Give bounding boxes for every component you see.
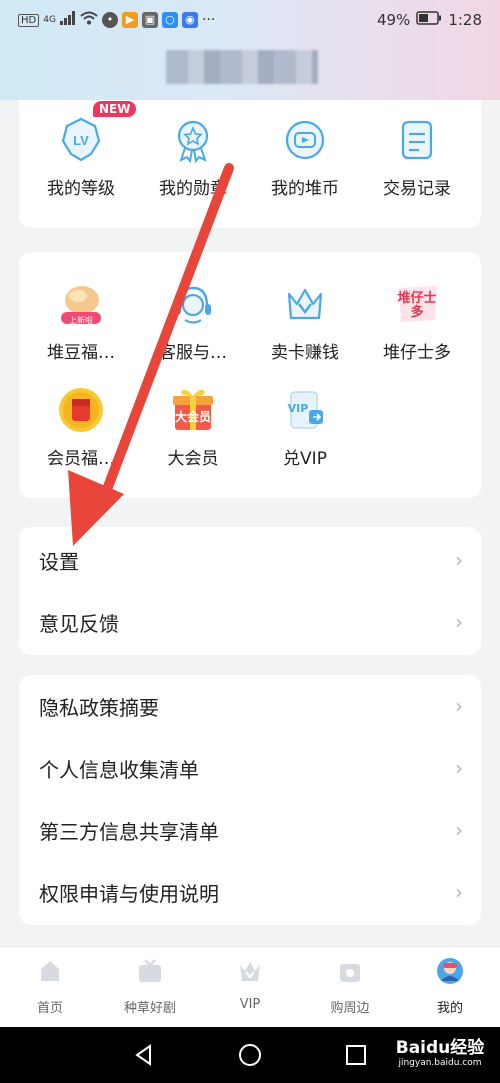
chevron-right-icon: › [455, 756, 463, 780]
list-item-label: 隐私政策摘要 [39, 695, 159, 720]
video-app-icon: ▶ [121, 12, 138, 28]
chevron-right-icon: › [455, 818, 463, 842]
grid-item-customer-service[interactable]: 客服与… [137, 278, 249, 363]
tv-icon [139, 959, 161, 982]
list-item-label: 设置 [39, 549, 79, 574]
svg-text:LV: LV [73, 133, 89, 148]
watermark-title: Baidu经验 [395, 1038, 485, 1058]
profile-stats-card: LV 我的等级 我的勋章 我的堆币 交易记录 [19, 100, 481, 228]
home-icon [41, 961, 59, 981]
document-icon [401, 120, 433, 160]
status-bar: HD 4G • ▶ ▣ ○ ◉ ··· 49% 1:28 [0, 0, 500, 40]
grid-item-label: 大会员 [167, 449, 219, 469]
list-item-third-party-sharing[interactable]: 第三方信息共享清单 › [19, 799, 481, 861]
assistant-app-icon: ◉ [181, 12, 198, 28]
medal-icon [177, 120, 209, 164]
nav-label: 首页 [36, 1001, 63, 1016]
grid-item-transaction-records[interactable]: 交易记录 [361, 114, 473, 199]
vip-crown-icon [240, 962, 260, 981]
grid-item-label: 堆豆福… [47, 343, 115, 363]
privacy-list-card: 隐私政策摘要 › 个人信息收集清单 › 第三方信息共享清单 › 权限申请与使用说… [19, 675, 481, 925]
hd-label: HD [18, 13, 40, 27]
baidu-watermark: Baidu经验 jingyan.baidu.com [384, 1033, 496, 1068]
settings-list-card: 设置 › 意见反馈 › [19, 527, 481, 655]
nav-tab-mine[interactable]: 我的 [400, 957, 500, 1016]
chevron-right-icon: › [455, 880, 463, 904]
nav-label: 购周边 [330, 1001, 370, 1016]
list-item-settings[interactable]: 设置 › [19, 529, 481, 591]
red-envelope-coin-icon [59, 388, 103, 432]
grid-item-label: 堆仔士多 [383, 343, 451, 363]
clock: 1:28 [448, 11, 482, 29]
grid-item-sell-cards[interactable]: 卖卡赚钱 [249, 278, 361, 363]
watermark-url: jingyan.baidu.com [398, 1058, 482, 1068]
signal-icon [59, 11, 76, 29]
services-card: 上新啦 堆豆福… 客服与… 卖卡赚钱 堆仔士多 堆仔士多 会员福… 大会员 大会… [19, 252, 481, 498]
grid-item-label: 我的等级 [47, 179, 115, 199]
chevron-right-icon: › [455, 694, 463, 718]
coin-icon [285, 120, 325, 160]
status-left: HD 4G • ▶ ▣ ○ ◉ ··· [18, 11, 215, 29]
grid-item-my-medals[interactable]: 我的勋章 [137, 114, 249, 199]
grid-item-label: 客服与… [159, 343, 227, 363]
nav-tab-vip[interactable]: VIP [200, 957, 300, 1012]
grid-item-big-member[interactable]: 大会员 大会员 [137, 384, 249, 469]
grid-item-my-coins[interactable]: 我的堆币 [249, 114, 361, 199]
headset-icon [175, 286, 211, 324]
chat-icon: • [101, 12, 118, 28]
new-badge: NEW [93, 101, 137, 117]
gift-box-text: 大会员 [174, 410, 211, 424]
grid-item-my-level[interactable]: LV 我的等级 [25, 114, 137, 199]
list-item-label: 第三方信息共享清单 [39, 819, 219, 844]
home-circle-icon[interactable] [238, 1043, 262, 1067]
list-item-feedback[interactable]: 意见反馈 › [19, 591, 481, 653]
list-item-permissions[interactable]: 权限申请与使用说明 › [19, 861, 481, 923]
grid-item-label: 交易记录 [383, 179, 451, 199]
icon-caption-new: 上新啦 [69, 316, 93, 325]
network-label: 4G [43, 15, 56, 25]
list-item-personal-info-list[interactable]: 个人信息收集清单 › [19, 737, 481, 799]
nav-tab-home[interactable]: 首页 [0, 957, 100, 1016]
wifi-icon [80, 11, 98, 29]
grid-item-label: 我的勋章 [159, 179, 227, 199]
list-item-label: 权限申请与使用说明 [39, 881, 219, 906]
nav-label: VIP [239, 997, 261, 1012]
grid-item-redeem-vip[interactable]: VIP 兑VIP [249, 384, 361, 469]
chevron-right-icon: › [455, 610, 463, 634]
nav-label: 我的 [436, 1001, 463, 1016]
shopping-bag-icon [340, 964, 360, 982]
more-notifications-icon: ··· [201, 12, 216, 28]
grid-item-member-benefits[interactable]: 会员福… [25, 384, 137, 469]
search-app-icon: ○ [161, 12, 178, 28]
chevron-right-icon: › [455, 548, 463, 572]
nav-label: 种草好剧 [123, 1001, 176, 1016]
nav-tab-merch[interactable]: 购周边 [300, 957, 400, 1016]
vip-card-text: VIP [287, 402, 309, 415]
store-logo-text: 堆仔士多 [397, 291, 437, 320]
grid-item-duidou-benefits[interactable]: 上新啦 堆豆福… [25, 278, 137, 363]
status-right: 49% 1:28 [377, 11, 482, 29]
grid-item-label: 我的堆币 [271, 179, 339, 199]
battery-percent: 49% [376, 11, 411, 29]
grid-item-duizai-store[interactable]: 堆仔士多 堆仔士多 [361, 278, 473, 363]
list-item-label: 个人信息收集清单 [39, 757, 199, 782]
list-item-privacy-summary[interactable]: 隐私政策摘要 › [19, 675, 481, 737]
back-icon[interactable] [132, 1043, 156, 1067]
grid-item-label: 卖卡赚钱 [271, 343, 339, 363]
profile-avatar-icon [437, 958, 463, 984]
recents-icon[interactable] [344, 1043, 368, 1067]
list-item-label: 意见反馈 [39, 611, 119, 636]
system-nav-bar: Baidu经验 jingyan.baidu.com [0, 1027, 500, 1083]
store-app-icon: ▣ [141, 12, 158, 28]
crown-card-icon [287, 288, 323, 320]
bottom-nav: 首页 种草好剧 VIP 购周边 我的 [0, 946, 500, 1027]
level-badge-icon: LV [61, 117, 101, 162]
battery-icon [416, 11, 442, 29]
username-blurred [166, 50, 318, 84]
grid-item-label: 会员福… [47, 449, 115, 469]
nav-tab-drama[interactable]: 种草好剧 [100, 957, 200, 1016]
grid-item-label: 兑VIP [283, 449, 327, 469]
